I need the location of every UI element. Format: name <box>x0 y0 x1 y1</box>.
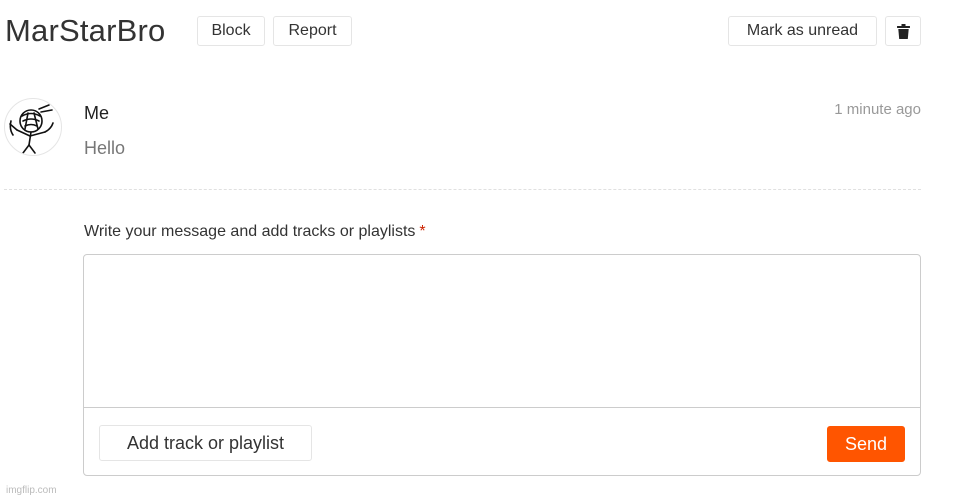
compose-box: Add track or playlist Send <box>83 254 921 476</box>
trash-icon <box>897 24 910 39</box>
compose-label-text: Write your message and add tracks or pla… <box>84 223 416 240</box>
message-sender[interactable]: Me <box>84 102 109 124</box>
message-divider <box>4 189 921 190</box>
watermark: imgflip.com <box>6 485 57 496</box>
avatar-drawing <box>9 104 54 154</box>
report-button[interactable]: Report <box>273 16 352 46</box>
message-text: Hello <box>84 138 126 158</box>
message-timestamp: 1 minute ago <box>834 101 921 118</box>
conversation-header: MarStarBro Block Report Mark as unread <box>0 0 964 62</box>
conversation-title: MarStarBro <box>5 13 166 48</box>
compose-label: Write your message and add tracks or pla… <box>84 222 426 242</box>
delete-conversation-button[interactable] <box>885 16 921 46</box>
message-textarea[interactable] <box>84 255 920 407</box>
block-button[interactable]: Block <box>197 16 265 46</box>
message-item: Me 1 minute ago Hello <box>0 96 964 166</box>
mark-as-unread-button[interactable]: Mark as unread <box>728 16 877 46</box>
user-avatar[interactable] <box>4 98 62 156</box>
required-marker: * <box>419 223 426 240</box>
send-button[interactable]: Send <box>827 426 905 462</box>
compose-footer: Add track or playlist Send <box>84 407 920 476</box>
add-track-or-playlist-button[interactable]: Add track or playlist <box>99 425 312 461</box>
